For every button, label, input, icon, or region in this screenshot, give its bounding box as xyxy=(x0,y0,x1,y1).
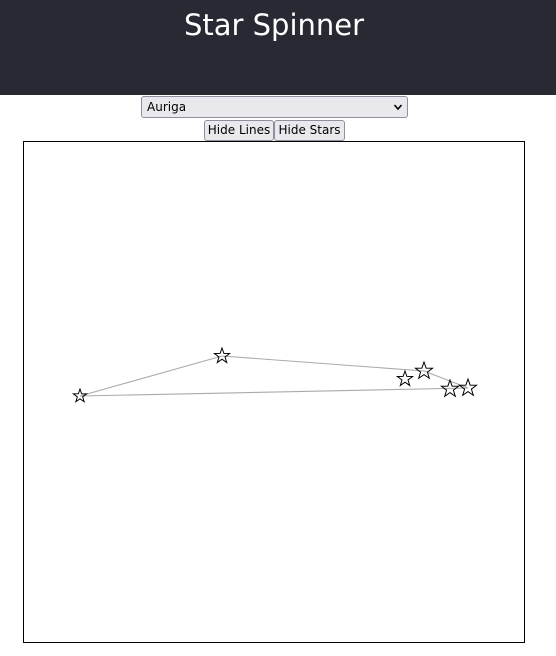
star-outline-icon xyxy=(457,377,479,397)
star-outline-icon xyxy=(71,387,89,403)
constellation-line xyxy=(79,387,469,397)
star-outline-icon xyxy=(395,369,415,387)
page-title: Star Spinner xyxy=(183,8,365,42)
constellation-select-value: Auriga xyxy=(147,100,187,114)
app-header: Star Spinner xyxy=(0,0,556,95)
hide-stars-button[interactable]: Hide Stars xyxy=(274,120,345,141)
chevron-down-icon xyxy=(393,104,403,111)
constellation-select[interactable]: Auriga xyxy=(141,96,408,118)
constellation-line xyxy=(221,355,425,372)
star-canvas[interactable] xyxy=(23,141,525,643)
hide-lines-button[interactable]: Hide Lines xyxy=(204,120,274,141)
star-outline-icon xyxy=(413,360,435,380)
constellation-stars xyxy=(71,346,479,403)
constellation-line xyxy=(79,355,223,397)
sky-svg xyxy=(71,346,479,403)
star-outline-icon xyxy=(212,346,232,364)
